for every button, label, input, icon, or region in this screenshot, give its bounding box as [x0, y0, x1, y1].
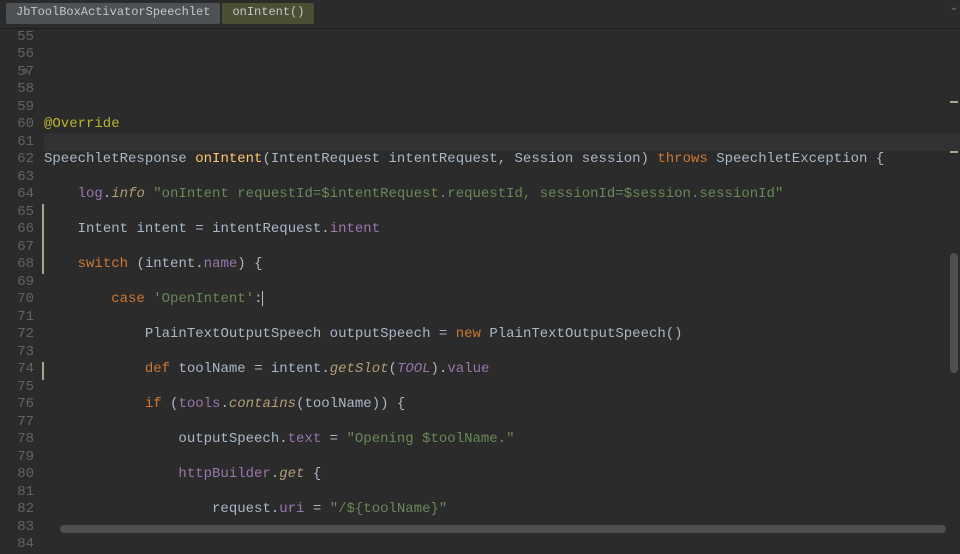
scrollbar-marker [950, 101, 958, 103]
vertical-scrollbar-thumb[interactable] [950, 253, 958, 373]
vertical-scrollbar-track[interactable] [948, 53, 958, 521]
method-name: onIntent [195, 151, 262, 167]
code-area[interactable]: @Override SpeechletResponse onIntent(Int… [44, 29, 960, 535]
scrollbar-marker [950, 151, 958, 153]
chevron-down-icon[interactable]: ⌄ [950, 0, 958, 18]
current-line-highlight [44, 134, 960, 152]
breadcrumb-method[interactable]: onIntent() [222, 3, 314, 24]
annotation: @Override [44, 116, 120, 132]
return-type: SpeechletResponse [44, 151, 187, 167]
horizontal-scrollbar-thumb[interactable] [60, 525, 946, 533]
gutter-marker-icon [22, 68, 28, 74]
code-editor[interactable]: 5556575859 6061626364 6566676869 7071727… [0, 29, 960, 535]
line-number-gutter: 5556575859 6061626364 6566676869 7071727… [0, 29, 44, 535]
breadcrumb-class[interactable]: JbToolBoxActivatorSpeechlet [6, 3, 220, 24]
text-caret [262, 291, 263, 306]
breadcrumb-bar: JbToolBoxActivatorSpeechlet onIntent() ⌄ [0, 0, 960, 29]
string-literal: "onIntent requestId=$intentRequest.reque… [153, 186, 783, 202]
